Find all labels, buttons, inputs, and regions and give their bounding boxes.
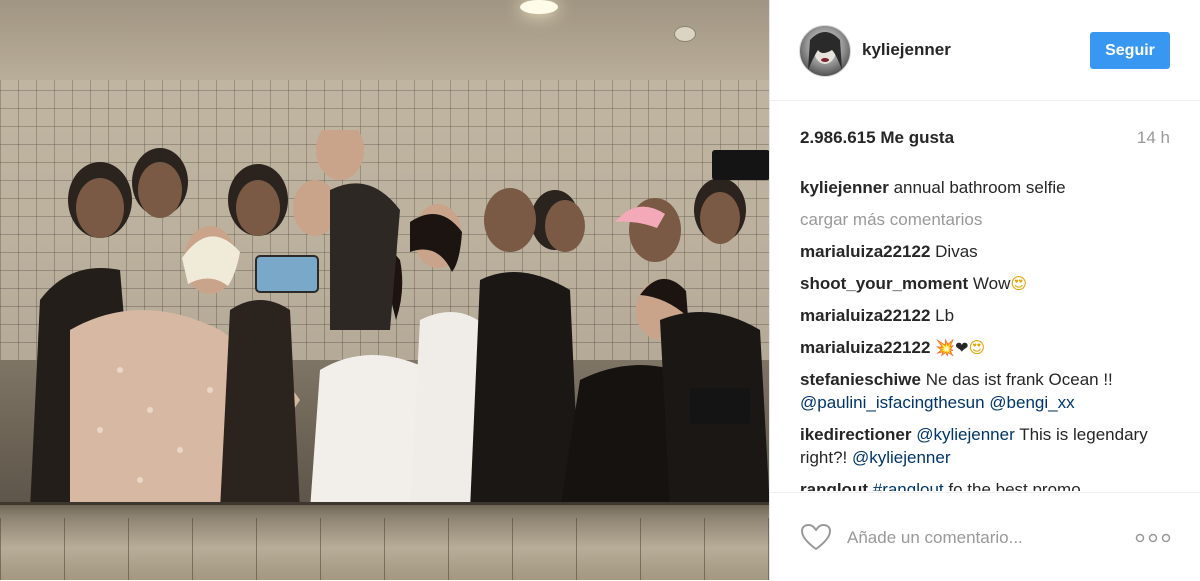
counter-tiles — [0, 518, 770, 580]
comment-text: Divas — [935, 242, 978, 261]
comment-bar — [770, 492, 1200, 581]
comment-item: stefanieschiwe Ne das ist frank Ocean !!… — [800, 368, 1172, 414]
more-options-icon[interactable] — [1135, 533, 1171, 543]
comment-username[interactable]: marialuiza22122 — [800, 338, 930, 357]
instagram-post-view: kyliejenner Seguir 2.986.615 Me gusta 14… — [0, 0, 1200, 580]
likes-row: 2.986.615 Me gusta 14 h — [800, 128, 1170, 152]
post-username[interactable]: kyliejenner — [862, 40, 951, 60]
comment-username[interactable]: shoot_your_moment — [800, 274, 968, 293]
comment-item: shoot_your_moment Wow😍 — [800, 272, 1172, 295]
comment-username[interactable]: ikedirectioner — [800, 425, 912, 444]
comment-mention-link[interactable]: @paulini_isfacingthesun — [800, 393, 985, 412]
comment-text: fo the best promo — [948, 480, 1081, 491]
likes-count[interactable]: 2.986.615 Me gusta — [800, 128, 954, 148]
load-more-comments-link[interactable]: cargar más comentarios — [800, 208, 1172, 231]
ceiling-light — [520, 0, 558, 14]
comment-item: ranglout #ranglout fo the best promo — [800, 478, 1172, 491]
comment-text: Lb — [935, 306, 955, 325]
heart-eyes-emoji-icon: 😍 — [968, 338, 986, 357]
black-heart-emoji-icon: ❤ — [955, 338, 969, 357]
comment-hashtag-link[interactable]: #ranglout — [873, 480, 944, 491]
comment-text: Wow — [972, 274, 1011, 293]
comment-item: marialuiza22122 Lb — [800, 304, 1172, 327]
comment-text: Ne das ist frank Ocean !! — [925, 370, 1113, 389]
post-time[interactable]: 14 h — [1137, 128, 1170, 148]
heart-outline-icon[interactable] — [800, 523, 832, 551]
comment-item: marialuiza22122 Divas — [800, 240, 1172, 263]
comment-username[interactable]: stefanieschiwe — [800, 370, 921, 389]
comment-item: ikedirectioner @kyliejenner This is lege… — [800, 423, 1172, 469]
post-photo[interactable] — [0, 0, 770, 580]
comment-mention-link[interactable]: @kyliejenner — [916, 425, 1015, 444]
comment-mention-link[interactable]: @kyliejenner — [852, 448, 951, 467]
post-header: kyliejenner Seguir — [770, 0, 1200, 101]
avatar-portrait-icon — [808, 32, 842, 70]
caption-username[interactable]: kyliejenner — [800, 178, 889, 197]
comment-item: marialuiza22122 💥❤😍 — [800, 336, 1172, 359]
add-comment-input[interactable] — [845, 524, 1109, 552]
follow-button[interactable]: Seguir — [1090, 32, 1170, 69]
comment-username[interactable]: ranglout — [800, 480, 868, 491]
comment-username[interactable]: marialuiza22122 — [800, 306, 930, 325]
group-of-people — [30, 130, 770, 510]
caption-text: annual bathroom selfie — [893, 178, 1066, 197]
heart-eyes-emoji-icon: 😍 — [1010, 274, 1028, 293]
collision-emoji-icon: 💥 — [935, 338, 956, 357]
caption: kyliejenner annual bathroom selfie — [800, 176, 1172, 199]
comments-list[interactable]: kyliejenner annual bathroom selfie carga… — [800, 176, 1172, 491]
comment-mention-link[interactable]: @bengi_xx — [989, 393, 1074, 412]
ceiling — [0, 0, 770, 80]
comment-username[interactable]: marialuiza22122 — [800, 242, 930, 261]
post-side-panel: kyliejenner Seguir 2.986.615 Me gusta 14… — [770, 0, 1200, 580]
smoke-detector — [674, 26, 696, 42]
avatar[interactable] — [799, 25, 851, 77]
